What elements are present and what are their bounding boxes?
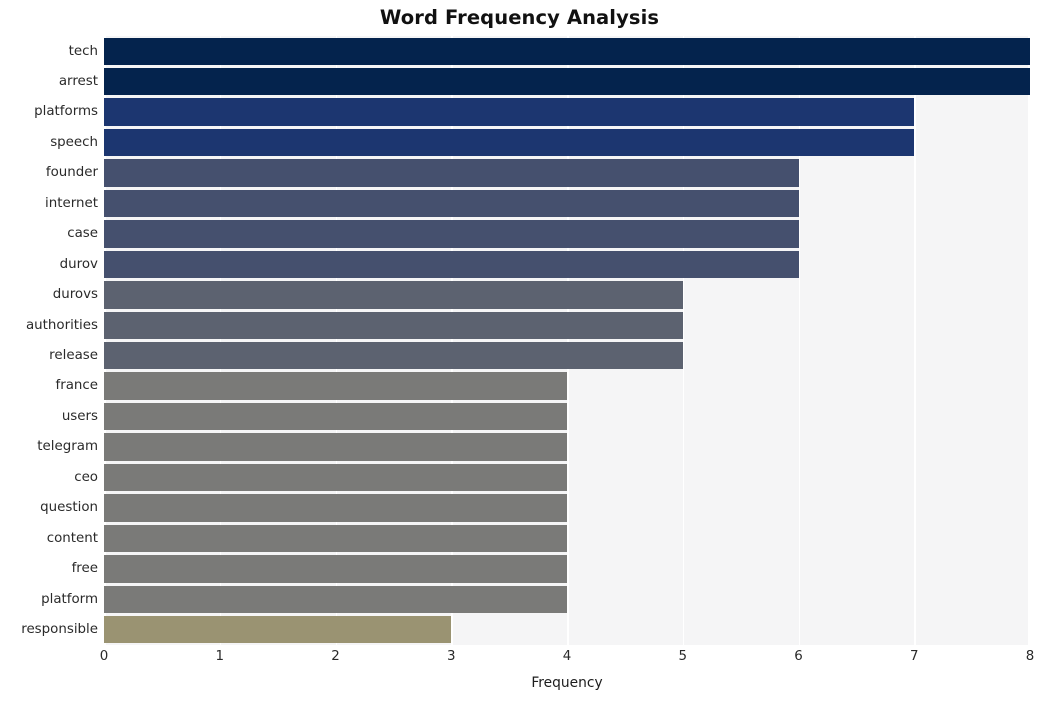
y-axis-tick-labels: tech arrest platforms speech founder internet… <box>0 36 98 645</box>
y-tick-label-founder: founder <box>45 165 98 181</box>
bar-slot <box>104 524 1030 553</box>
x-tick-label-8: 8 <box>1025 649 1035 664</box>
y-tick-label-france: france <box>55 378 98 394</box>
y-tick-label-ceo: ceo <box>74 469 98 485</box>
y-tick-label-tech: tech <box>68 43 98 59</box>
bar-slot <box>104 494 1030 522</box>
y-tick-label-release: release <box>49 348 98 364</box>
y-tick-label-arrest: arrest <box>58 73 98 89</box>
bar-founder[interactable] <box>104 159 799 187</box>
bar-slot <box>104 311 1030 339</box>
x-axis-title: Frequency <box>531 675 603 691</box>
x-tick-label-0: 0 <box>99 649 109 664</box>
x-tick-label-3: 3 <box>446 649 456 664</box>
bar-internet[interactable] <box>104 189 799 218</box>
bar-durov[interactable] <box>104 250 799 279</box>
bar-release[interactable] <box>104 342 683 370</box>
y-tick-label-authorities: authorities <box>25 317 98 333</box>
x-tick-label-2: 2 <box>331 649 340 664</box>
y-tick-label-durovs: durovs <box>52 287 98 303</box>
bar-telegram[interactable] <box>104 433 567 461</box>
y-tick-label-content: content <box>46 530 98 546</box>
bar-tech[interactable] <box>104 37 1030 65</box>
y-tick-label-users: users <box>61 408 98 424</box>
bar-responsible[interactable] <box>104 616 452 644</box>
bar-slot <box>104 189 1030 218</box>
bar-slot <box>104 128 1030 157</box>
bar-question[interactable] <box>104 494 567 522</box>
chart-figure: Word Frequency Analysis tech arrest platfo… <box>0 0 1039 701</box>
bar-slot <box>104 67 1030 96</box>
x-tick-label-6: 6 <box>794 649 803 664</box>
y-tick-label-platforms: platforms <box>34 104 98 120</box>
bar-speech[interactable] <box>104 128 915 157</box>
bar-slot <box>104 37 1030 65</box>
bar-slot <box>104 463 1030 492</box>
y-tick-label-internet: internet <box>45 195 98 211</box>
bar-slot <box>104 372 1030 400</box>
y-tick-label-question: question <box>40 500 98 516</box>
bar-users[interactable] <box>104 402 567 431</box>
bar-slot <box>104 402 1030 431</box>
bar-arrest[interactable] <box>104 67 1030 96</box>
bar-durovs[interactable] <box>104 281 683 309</box>
bar-slot <box>104 433 1030 461</box>
bar-slot <box>104 159 1030 187</box>
y-tick-label-responsible: responsible <box>21 622 98 638</box>
x-tick-label-7: 7 <box>909 649 919 664</box>
bar-slot <box>104 342 1030 370</box>
plot-area <box>104 36 1030 645</box>
bar-slot <box>104 585 1030 613</box>
y-tick-label-free: free <box>71 561 98 577</box>
y-tick-label-telegram: telegram <box>37 439 98 455</box>
y-tick-label-case: case <box>67 226 98 242</box>
x-tick-label-1: 1 <box>215 649 225 664</box>
bar-content[interactable] <box>104 524 567 553</box>
x-axis-tick-labels: 0 1 2 3 4 5 6 7 8 <box>100 649 1035 670</box>
y-tick-label-platform: platform <box>41 591 98 607</box>
bar-slot <box>104 616 1030 644</box>
bar-france[interactable] <box>104 372 567 400</box>
bar-slot <box>104 98 1030 126</box>
bar-slot <box>104 281 1030 309</box>
bar-slot <box>104 555 1030 583</box>
chart-title: Word Frequency Analysis <box>379 6 660 29</box>
bar-case[interactable] <box>104 220 799 248</box>
y-tick-label-durov: durov <box>59 256 98 272</box>
bar-authorities[interactable] <box>104 311 683 339</box>
y-tick-label-speech: speech <box>50 134 98 150</box>
bar-platform[interactable] <box>104 585 567 613</box>
x-tick-label-5: 5 <box>678 649 688 664</box>
bar-slot <box>104 250 1030 279</box>
bar-ceo[interactable] <box>104 463 567 492</box>
bars-layer <box>104 36 1030 645</box>
bar-free[interactable] <box>104 555 567 583</box>
bar-platforms[interactable] <box>104 98 915 126</box>
x-tick-label-4: 4 <box>562 649 572 664</box>
bar-slot <box>104 220 1030 248</box>
